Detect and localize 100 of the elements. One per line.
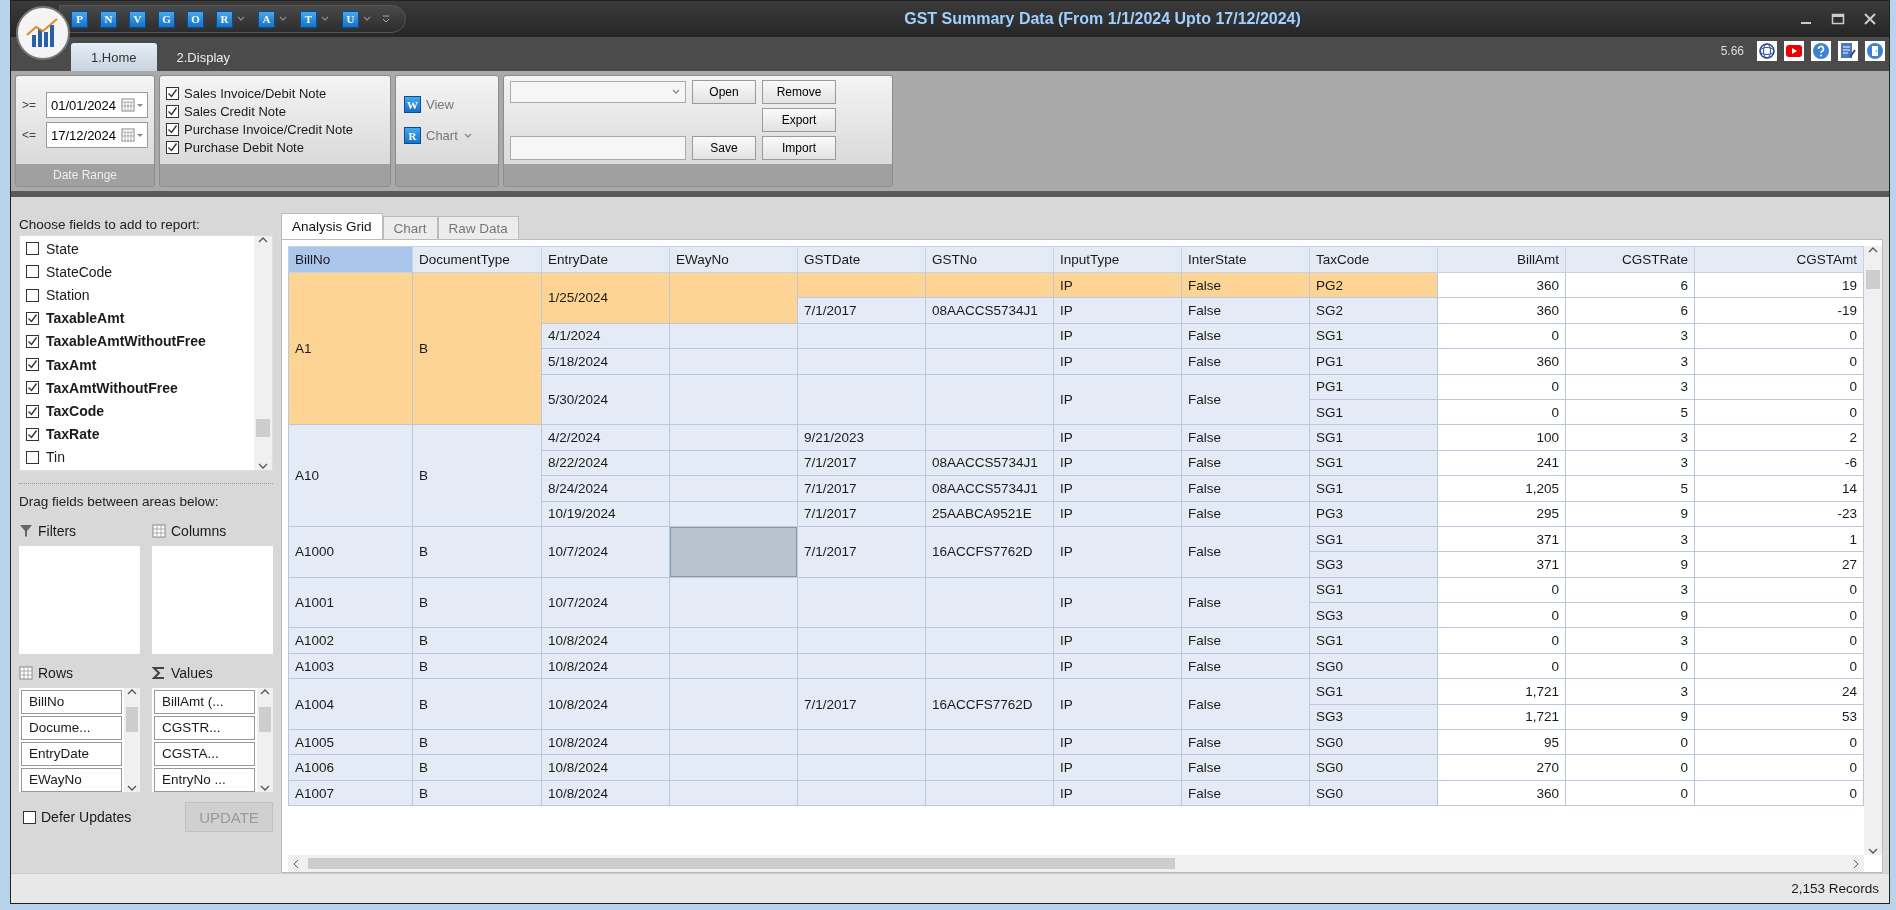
checkbox[interactable] [26,450,39,464]
scroll-thumb[interactable] [256,418,270,438]
toolbar-button[interactable]: U [339,10,375,28]
checkbox[interactable] [26,334,39,348]
video-play-icon[interactable] [1784,41,1804,61]
checkbox[interactable] [26,381,39,395]
checkbox[interactable] [166,140,179,154]
row-header-cell: PG2 [1309,272,1438,298]
ribbon-tab[interactable]: 2.Display [156,43,250,71]
globe-icon[interactable] [1757,41,1777,61]
column-header[interactable]: EWayNo [669,246,798,273]
row-header-cell: 08AACCS5734J1 [925,475,1054,501]
layout-name-field[interactable] [510,136,686,160]
row-header-cell: SG1 [1309,399,1438,425]
column-header[interactable]: CGSTAmt [1694,246,1864,273]
checkbox[interactable] [26,404,39,418]
row-header-cell: B [412,780,542,806]
ribbon-button[interactable]: R Chart [402,124,492,147]
checkbox[interactable] [26,242,39,256]
scroll-down-icon[interactable] [127,784,137,792]
scrollbar[interactable] [124,688,140,792]
ribbon-button[interactable]: W View [402,93,492,116]
remove-button[interactable]: Remove [762,80,836,104]
filter-icon [19,524,33,538]
row-header-cell: A1006 [288,754,413,781]
scroll-down-icon[interactable] [258,462,268,470]
checkbox[interactable] [166,86,179,100]
row-header-cell: IP [1053,450,1182,476]
toolbar-button[interactable]: A [255,10,291,28]
row-header-cell: SG2 [1309,297,1438,324]
area-field-chip[interactable]: Docume... [21,716,122,740]
column-header[interactable]: GSTNo [925,246,1054,273]
column-header[interactable]: BillNo [288,246,413,273]
column-header[interactable]: EntryDate [541,246,670,273]
table-cell: 3 [1565,424,1695,451]
customize-icon[interactable] [381,14,391,24]
save-button[interactable]: Save [692,136,756,160]
area-field-chip[interactable]: EWayNo [21,768,122,792]
checkbox[interactable] [26,427,39,441]
import-button[interactable]: Import [762,136,836,160]
toolbar-button[interactable]: R [213,10,249,28]
column-header[interactable]: GSTDate [797,246,926,273]
row-header-cell: A10 [288,424,413,527]
scrollbar[interactable] [257,688,273,792]
scroll-right-icon[interactable] [1852,858,1860,869]
export-button[interactable]: Export [762,108,836,132]
checkbox[interactable] [166,122,179,136]
checkbox[interactable] [166,104,179,118]
exit-door-icon[interactable] [1865,41,1885,61]
maximize-icon[interactable] [1831,12,1845,26]
column-header[interactable]: DocumentType [412,246,542,273]
checkbox[interactable] [26,288,39,302]
help-icon[interactable] [1811,41,1831,61]
view-tab[interactable]: Chart [382,216,438,239]
date-field[interactable]: 17/12/2024 [46,122,148,148]
scroll-up-icon[interactable] [1868,246,1878,254]
toolbar-button[interactable]: O [184,10,207,28]
ribbon-tab[interactable]: 1.Home [71,43,157,71]
area-field-chip[interactable]: CGSTA... [154,742,255,766]
horizontal-scrollbar[interactable] [288,855,1864,872]
scroll-down-icon[interactable] [260,784,270,792]
area-field-chip[interactable]: BillNo [21,690,122,714]
notepad-icon[interactable] [1838,41,1858,61]
area-field-chip[interactable]: EntryNo ... [154,768,255,792]
row-header-cell: 7/1/2017 [797,475,926,501]
scroll-thumb[interactable] [126,706,138,732]
checkbox[interactable] [26,311,39,325]
close-icon[interactable] [1863,12,1877,26]
scroll-up-icon[interactable] [258,236,268,244]
scroll-thumb[interactable] [1866,270,1880,289]
column-header[interactable]: InputType [1053,246,1182,273]
view-tab[interactable]: Analysis Grid [281,213,383,239]
table-cell: 6 [1565,297,1695,324]
toolbar-button[interactable]: G [155,10,178,28]
column-header[interactable]: BillAmt [1437,246,1566,273]
scroll-left-icon[interactable] [292,858,300,869]
date-field[interactable]: 01/01/2024 [46,92,148,118]
column-header[interactable]: InterState [1181,246,1310,273]
checkbox[interactable] [26,358,39,372]
view-tab[interactable]: Raw Data [437,216,519,239]
checkbox-label: Purchase Debit Note [184,139,304,155]
table-cell: 0 [1694,627,1864,654]
area-field-chip[interactable]: BillAmt (... [154,690,255,714]
checkbox[interactable] [26,265,39,279]
scroll-down-icon[interactable] [1868,847,1878,855]
row-header-cell: 5/30/2024 [541,374,670,425]
scrollbar[interactable] [1864,246,1882,855]
checkbox[interactable] [23,810,36,824]
open-button[interactable]: Open [692,80,756,104]
area-field-chip[interactable]: EntryDate [21,742,122,766]
column-header[interactable]: CGSTRate [1565,246,1695,273]
area-field-chip[interactable]: CGSTR... [154,716,255,740]
column-header[interactable]: TaxCode [1309,246,1438,273]
row-header-cell: IP [1053,501,1182,527]
scroll-thumb[interactable] [259,706,271,732]
scroll-up-icon[interactable] [127,688,137,696]
scroll-up-icon[interactable] [260,688,270,696]
row-header-cell: IP [1053,374,1182,425]
scrollbar[interactable] [254,236,272,470]
scroll-thumb[interactable] [308,858,1175,869]
